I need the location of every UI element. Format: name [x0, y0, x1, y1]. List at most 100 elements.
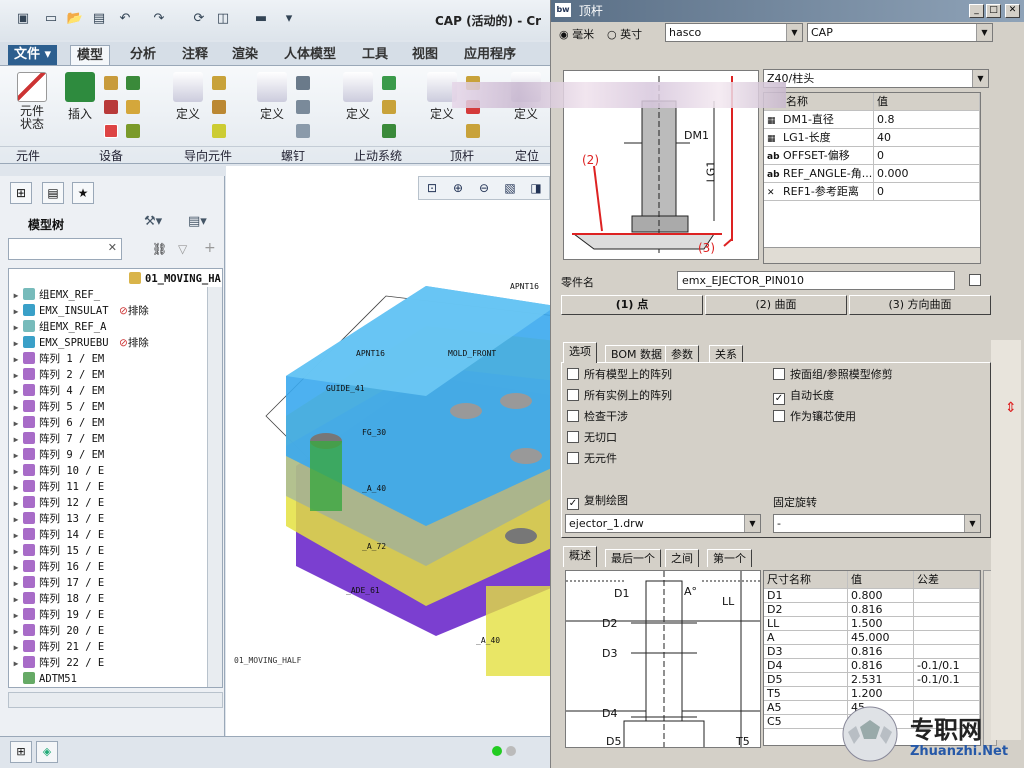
tab-analysis[interactable]: 分析: [124, 45, 162, 65]
expand-arrow-icon[interactable]: ▶: [9, 368, 23, 384]
find-icon[interactable]: ⛓: [152, 242, 167, 256]
screw-b-icon[interactable]: [296, 100, 310, 114]
group-component[interactable]: 元件: [0, 146, 56, 164]
tab-first[interactable]: 第一个: [707, 549, 752, 567]
maximize-button[interactable]: □: [986, 4, 1001, 18]
component-status-button[interactable]: 元件 状态: [10, 72, 54, 131]
tree-item[interactable]: ▶ 阵列 1 / EM: [9, 351, 104, 367]
minimize-button[interactable]: _: [969, 4, 984, 18]
tree-item[interactable]: ▶ 组EMX_REF_A: [9, 319, 106, 335]
tab-overview[interactable]: 概述: [563, 546, 597, 567]
param-row[interactable]: ▦ DM1-直径 0.8: [764, 111, 980, 129]
tree-root[interactable]: 01_MOVING_HA: [129, 271, 221, 287]
tree-item[interactable]: ▶ 组EMX_REF_: [9, 287, 100, 303]
insert-button[interactable]: 插入: [62, 72, 98, 122]
expand-arrow-icon[interactable]: ▶: [9, 288, 23, 304]
dim-row[interactable]: D5 2.531 -0.1/0.1: [764, 673, 980, 687]
add-icon[interactable]: +: [204, 240, 216, 256]
dim-row[interactable]: LL 1.500: [764, 617, 980, 631]
dim-row[interactable]: D1 0.800: [764, 589, 980, 603]
param-value[interactable]: 0: [874, 183, 980, 201]
expand-arrow-icon[interactable]: ▶: [9, 304, 23, 320]
ejector-blade-icon[interactable]: [466, 124, 480, 138]
expand-arrow-icon[interactable]: ▶: [9, 576, 23, 592]
tree-item[interactable]: ▶ 阵列 6 / EM: [9, 415, 104, 431]
folder-icon[interactable]: ▬: [252, 10, 270, 28]
option-checkbox[interactable]: 作为镶芯使用: [773, 410, 856, 423]
expand-arrow-icon[interactable]: ▶: [9, 432, 23, 448]
param-row[interactable]: ab REF_ANGLE-角... 0.000: [764, 165, 980, 183]
group-stop[interactable]: 止动系统: [336, 146, 420, 164]
tree-settings-icon[interactable]: ⚒▾: [144, 214, 162, 229]
dim-row[interactable]: D2 0.816: [764, 603, 980, 617]
direction-surface-button[interactable]: (3) 方向曲面: [849, 295, 991, 315]
expand-arrow-icon[interactable]: ▶: [9, 352, 23, 368]
tree-search-input[interactable]: ✕: [8, 238, 122, 260]
group-screw[interactable]: 螺钉: [250, 146, 336, 164]
close-button[interactable]: ✕: [1005, 4, 1020, 18]
stop-disc-icon[interactable]: [382, 100, 396, 114]
expand-arrow-icon[interactable]: ▶: [9, 512, 23, 528]
tab-bom-data[interactable]: BOM 数据: [605, 345, 668, 363]
guide-small-icon[interactable]: [126, 100, 140, 114]
graphics-window[interactable]: ⊡ ⊕ ⊖ ▧ ◨ APNT16 APNT16 MOLD_FRONT GUIDE_41 …: [226, 166, 550, 736]
stop-pin-icon[interactable]: [382, 76, 396, 90]
unit-inch-radio[interactable]: ○ 英寸: [607, 26, 642, 42]
resize-arrow-icon[interactable]: ⇕: [1005, 400, 1017, 416]
filter-icon[interactable]: ▽: [178, 242, 187, 256]
tab-annotate[interactable]: 注释: [176, 45, 214, 65]
expand-arrow-icon[interactable]: ▶: [9, 400, 23, 416]
dim-row[interactable]: D4 0.816 -0.1/0.1: [764, 659, 980, 673]
tab-options[interactable]: 选项: [563, 342, 597, 363]
tree-item[interactable]: ▶ 阵列 15 / E: [9, 543, 104, 559]
expand-arrow-icon[interactable]: ▶: [9, 448, 23, 464]
copy-drawing-checkbox[interactable]: ✓ 复制绘图: [567, 494, 628, 510]
tree-item[interactable]: ▶ 阵列 9 / EM: [9, 447, 104, 463]
option-checkbox[interactable]: 无切口: [567, 431, 617, 444]
dim-row[interactable]: A 45.000: [764, 631, 980, 645]
option-checkbox[interactable]: 检查干涉: [567, 410, 628, 423]
tab-parameters[interactable]: 参数: [665, 345, 699, 363]
expand-arrow-icon[interactable]: ▶: [9, 528, 23, 544]
type-select[interactable]: CAP ▼: [807, 23, 993, 42]
customize-icon[interactable]: ▾: [280, 10, 298, 28]
tree-item[interactable]: ▶ 阵列 2 / EM: [9, 367, 104, 383]
undo-icon[interactable]: ↶: [116, 10, 134, 28]
screw-small-icon[interactable]: [126, 76, 140, 90]
tree-item[interactable]: ▶ 阵列 7 / EM: [9, 431, 104, 447]
group-equipment[interactable]: 设备: [56, 146, 166, 164]
save-icon[interactable]: ▤: [90, 10, 108, 28]
tree-item[interactable]: ▶ 阵列 11 / E: [9, 479, 104, 495]
tab-tools[interactable]: 工具: [356, 45, 394, 65]
expand-arrow-icon[interactable]: ▶: [9, 544, 23, 560]
define-stop-button[interactable]: 定义: [338, 72, 378, 122]
new-file-icon[interactable]: ▭: [42, 10, 60, 28]
tree-item[interactable]: ▶ 阵列 14 / E: [9, 527, 104, 543]
vendor-select[interactable]: hasco ▼: [665, 23, 803, 42]
browser-toggle-icon[interactable]: ◈: [36, 741, 58, 763]
expand-arrow-icon[interactable]: ▶: [9, 592, 23, 608]
expand-arrow-icon[interactable]: ▶: [9, 560, 23, 576]
param-row[interactable]: ab OFFSET-偏移 0: [764, 147, 980, 165]
tree-item[interactable]: ▶ 阵列 18 / E: [9, 591, 104, 607]
tree-toggle-icon[interactable]: ⊞: [10, 741, 32, 763]
dim-row[interactable]: T5 1.200: [764, 687, 980, 701]
expand-arrow-icon[interactable]: ▶: [9, 608, 23, 624]
group-locate[interactable]: 定位: [504, 146, 550, 164]
tree-item[interactable]: 草绘 1: [9, 687, 73, 688]
param-row[interactable]: ✕ REF1-参考距离 0: [764, 183, 980, 201]
expand-arrow-icon[interactable]: ▶: [9, 336, 23, 352]
tree-item[interactable]: ▶ EMX_INSULAT ⊘排除: [9, 303, 149, 320]
bushing-icon[interactable]: [212, 76, 226, 90]
tab-manikin[interactable]: 人体模型: [278, 45, 342, 65]
expand-arrow-icon[interactable]: ▶: [9, 640, 23, 656]
tree-item[interactable]: ▶ 阵列 16 / E: [9, 559, 104, 575]
param-value[interactable]: 0.000: [874, 165, 980, 183]
option-checkbox[interactable]: 无元件: [567, 452, 617, 465]
screw-a-icon[interactable]: [296, 76, 310, 90]
screw-c-icon[interactable]: [296, 124, 310, 138]
param-value[interactable]: 40: [874, 129, 980, 147]
option-checkbox[interactable]: 所有模型上的阵列: [567, 368, 672, 381]
drawing-file-select[interactable]: ejector_1.drw ▼: [565, 514, 761, 533]
option-checkbox[interactable]: ✓ 自动长度: [773, 389, 834, 405]
